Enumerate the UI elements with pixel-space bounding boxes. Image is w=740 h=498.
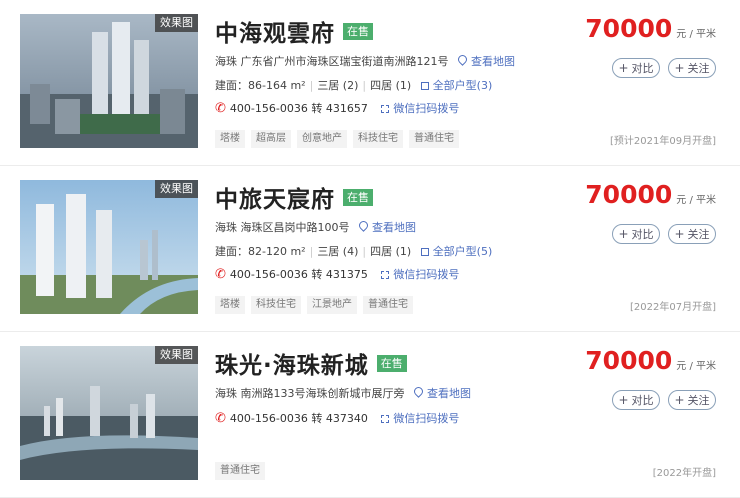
price-panel: 70000 元 / 平米 + 对比 + 关注 <box>576 14 716 78</box>
price-unit: 元 / 平米 <box>676 361 716 372</box>
price: 70000 <box>585 346 673 375</box>
map-pin-icon <box>456 53 469 66</box>
listing-address: 海珠 海珠区昌岗中路100号 <box>215 221 350 234</box>
map-pin-icon <box>357 219 370 232</box>
wechat-dial-link[interactable]: 微信扫码拨号 <box>381 102 459 115</box>
tag: 普通住宅 <box>363 296 413 314</box>
phone-icon: ✆ <box>215 101 226 116</box>
floorplan-icon <box>420 82 429 90</box>
follow-button[interactable]: + 关注 <box>668 224 716 244</box>
layout-option: 三居 (4) <box>317 245 359 258</box>
plus-icon: + <box>674 393 685 407</box>
phone-icon: ✆ <box>215 411 226 426</box>
listing-card: 效果图 中海观雲府 在售 海珠 广东省广州市海珠区瑞宝街道南洲路121号 查看地… <box>0 0 740 166</box>
status-badge: 在售 <box>343 188 373 206</box>
price-panel: 70000 元 / 平米 + 对比 + 关注 <box>576 346 716 410</box>
floorplan-icon <box>420 248 429 256</box>
price: 70000 <box>585 14 673 43</box>
listing-card: 效果图 中旅天宸府 在售 海珠 海珠区昌岗中路100号 查看地图 建面：82-1… <box>0 166 740 332</box>
follow-button[interactable]: + 关注 <box>668 390 716 410</box>
plus-icon: + <box>674 61 685 75</box>
opening-date: [2022年开盘] <box>652 468 716 479</box>
plus-icon: + <box>618 393 629 407</box>
view-map-link[interactable]: 查看地图 <box>357 219 416 234</box>
tag-list: 塔楼 科技住宅 江景地产 普通住宅 <box>215 296 413 314</box>
wechat-dial-link[interactable]: 微信扫码拨号 <box>381 268 459 281</box>
rendering-badge: 效果图 <box>155 14 198 32</box>
listing-title[interactable]: 中旅天宸府 <box>215 180 335 214</box>
listing-image[interactable]: 效果图 <box>20 346 198 480</box>
layout-option: 三居 (2) <box>317 79 359 92</box>
tag: 普通住宅 <box>409 130 459 148</box>
price-panel: 70000 元 / 平米 + 对比 + 关注 <box>576 180 716 244</box>
opening-date: [2022年07月开盘] <box>630 302 716 313</box>
tag: 科技住宅 <box>251 296 301 314</box>
tag: 塔楼 <box>215 296 245 314</box>
listing-title[interactable]: 中海观雲府 <box>215 14 335 48</box>
listing-card: 效果图 珠光·海珠新城 在售 海珠 南洲路133号海珠创新城市展厅旁 查看地图 … <box>0 332 740 498</box>
tag: 创意地产 <box>297 130 347 148</box>
tag: 塔楼 <box>215 130 245 148</box>
tag: 科技住宅 <box>353 130 403 148</box>
phone-icon: ✆ <box>215 267 226 282</box>
listing-info: 中海观雲府 在售 海珠 广东省广州市海珠区瑞宝街道南洲路121号 查看地图 建面… <box>215 14 595 118</box>
listing-info: 中旅天宸府 在售 海珠 海珠区昌岗中路100号 查看地图 建面：82-120 m… <box>215 180 595 284</box>
rendering-badge: 效果图 <box>155 346 198 364</box>
map-pin-icon <box>412 385 425 398</box>
follow-button[interactable]: + 关注 <box>668 58 716 78</box>
listing-address: 海珠 南洲路133号海珠创新城市展厅旁 <box>215 387 405 400</box>
qr-code-icon <box>381 415 390 423</box>
listing-image[interactable]: 效果图 <box>20 180 198 314</box>
tag-list: 塔楼 超高层 创意地产 科技住宅 普通住宅 <box>215 130 459 148</box>
listing-address: 海珠 广东省广州市海珠区瑞宝街道南洲路121号 <box>215 55 449 68</box>
layout-option: 四居 (1) <box>370 245 412 258</box>
status-badge: 在售 <box>376 354 407 372</box>
building-area: 建面：82-120 m² <box>215 245 306 258</box>
plus-icon: + <box>618 227 629 241</box>
phone-number: 400-156-0036 转 431375 <box>229 268 368 281</box>
all-floorplans-link[interactable]: 全部户型(5) <box>420 245 492 258</box>
qr-code-icon <box>381 105 390 113</box>
listing-info: 珠光·海珠新城 在售 海珠 南洲路133号海珠创新城市展厅旁 查看地图 ✆ 400… <box>215 346 595 428</box>
compare-button[interactable]: + 对比 <box>612 224 660 244</box>
layout-option: 四居 (1) <box>370 79 412 92</box>
plus-icon: + <box>618 61 629 75</box>
price: 70000 <box>585 180 673 209</box>
all-floorplans-link[interactable]: 全部户型(3) <box>420 79 492 92</box>
plus-icon: + <box>674 227 685 241</box>
compare-button[interactable]: + 对比 <box>612 390 660 410</box>
tag: 江景地产 <box>307 296 357 314</box>
qr-code-icon <box>381 271 390 279</box>
view-map-link[interactable]: 查看地图 <box>412 385 471 400</box>
price-unit: 元 / 平米 <box>676 195 716 206</box>
opening-date: [预计2021年09月开盘] <box>610 136 716 147</box>
tag: 超高层 <box>251 130 291 148</box>
rendering-badge: 效果图 <box>155 180 198 198</box>
price-unit: 元 / 平米 <box>676 29 716 40</box>
tag: 普通住宅 <box>215 462 265 480</box>
building-area: 建面：86-164 m² <box>215 79 306 92</box>
phone-number: 400-156-0036 转 437340 <box>229 412 368 425</box>
phone-number: 400-156-0036 转 431657 <box>229 102 368 115</box>
listing-title[interactable]: 珠光·海珠新城 <box>215 346 369 380</box>
compare-button[interactable]: + 对比 <box>612 58 660 78</box>
status-badge: 在售 <box>343 22 373 40</box>
tag-list: 普通住宅 <box>215 462 265 480</box>
wechat-dial-link[interactable]: 微信扫码拨号 <box>381 412 459 425</box>
listing-image[interactable]: 效果图 <box>20 14 198 148</box>
view-map-link[interactable]: 查看地图 <box>456 53 515 68</box>
